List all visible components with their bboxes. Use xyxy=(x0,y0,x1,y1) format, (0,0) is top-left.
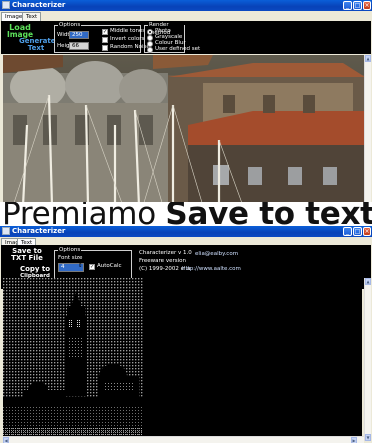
scroll-down-icon[interactable]: ▼ xyxy=(365,434,371,441)
loaded-photo-venice xyxy=(3,55,365,206)
autocalc-label: AutoCalc xyxy=(97,263,122,269)
scroll-up-icon-2[interactable]: ▲ xyxy=(365,278,371,285)
text-options-group: Options Font size 4 ⇕ ✓ AutoCalc xyxy=(54,246,132,280)
close-icon: × xyxy=(364,2,370,9)
close-button[interactable]: × xyxy=(363,1,371,10)
copy-label-line1: Copy to xyxy=(19,265,51,273)
width-input[interactable]: 250 xyxy=(69,31,89,39)
render-userset-radio[interactable] xyxy=(147,47,153,53)
generate-text-button[interactable]: Generate Text xyxy=(19,38,56,52)
maximize-icon: □ xyxy=(354,2,361,9)
random-noise-checkbox[interactable] xyxy=(102,45,108,51)
freeware-text: Freeware version xyxy=(139,258,186,264)
middle-tones-label: Middle tones xyxy=(110,28,146,34)
version-text: Characterizer v 1.0 xyxy=(139,250,192,256)
minimize-button-2[interactable]: _ xyxy=(343,227,352,236)
text-options-label: Options xyxy=(58,246,82,254)
maximize-icon: □ xyxy=(354,228,361,235)
generate-label-line2: Text xyxy=(27,44,45,52)
load-image-button[interactable]: Load Image xyxy=(5,24,35,39)
save-to-txt-button[interactable]: Save to TXT File xyxy=(5,248,49,262)
autocalc-checkbox[interactable]: ✓ xyxy=(89,264,95,270)
characterizer-window-text: Characterizer _ □ × Image Text Save to T… xyxy=(0,226,372,443)
close-button-2[interactable]: × xyxy=(363,227,371,236)
font-size-label: Font size xyxy=(58,255,83,261)
spinner-icon[interactable]: ⇕ xyxy=(78,263,83,270)
tab-text[interactable]: Text xyxy=(22,12,42,21)
ascii-art-output[interactable] xyxy=(3,278,362,441)
render-method-group: Render method Photo Grayscale Colour Blu… xyxy=(144,21,200,53)
app-icon-2 xyxy=(2,227,10,235)
minimize-button[interactable]: _ xyxy=(343,1,352,10)
scroll-right-icon[interactable]: ▶ xyxy=(351,437,357,443)
window-title: Characterizer xyxy=(12,1,66,9)
render-userset-label: User defined set xyxy=(155,46,201,52)
close-icon: × xyxy=(364,228,370,235)
website-link[interactable]: http://www.aalte.com xyxy=(182,266,241,273)
maximize-button-2[interactable]: □ xyxy=(353,227,362,236)
save-label-line2: TXT File xyxy=(11,254,43,262)
invert-colors-checkbox[interactable] xyxy=(102,37,108,43)
text-vertical-scrollbar[interactable]: ▲ ▼ xyxy=(364,278,371,441)
image-vertical-scrollbar[interactable]: ▲ xyxy=(364,55,371,206)
scroll-left-icon[interactable]: ◀ xyxy=(3,437,9,443)
invert-colors-label: Invert colors xyxy=(110,36,145,42)
minimize-icon: _ xyxy=(346,2,349,9)
caption-text-plain: Premiamo xyxy=(2,202,166,226)
characterizer-window-image: Characterizer _ □ × Image Text Load Imag… xyxy=(0,0,372,206)
middle-tones-checkbox[interactable]: ✓ xyxy=(102,29,108,35)
scroll-up-icon[interactable]: ▲ xyxy=(365,55,371,62)
options-group: Options Width 250 Height 66 ✓ Middle ton… xyxy=(54,21,150,53)
caption-text-bold: Save to text file xyxy=(165,202,372,226)
minimize-icon: _ xyxy=(346,228,349,235)
tutorial-caption: Premiamo Save to text file xyxy=(0,202,372,226)
text-horizontal-scrollbar[interactable]: ◀ ▶ xyxy=(3,436,364,443)
options-label: Options xyxy=(58,21,82,29)
maximize-button[interactable]: □ xyxy=(353,1,362,10)
control-panel: Load Image Generate Text Options Width 2… xyxy=(1,21,371,54)
height-input[interactable]: 66 xyxy=(69,42,89,50)
title-bar[interactable]: Characterizer _ □ × xyxy=(0,0,372,11)
email-link[interactable]: elia@ealby.com xyxy=(195,251,238,258)
window-title-2: Characterizer xyxy=(12,227,66,235)
title-bar-2[interactable]: Characterizer _ □ × xyxy=(0,226,372,237)
app-icon xyxy=(2,1,10,9)
